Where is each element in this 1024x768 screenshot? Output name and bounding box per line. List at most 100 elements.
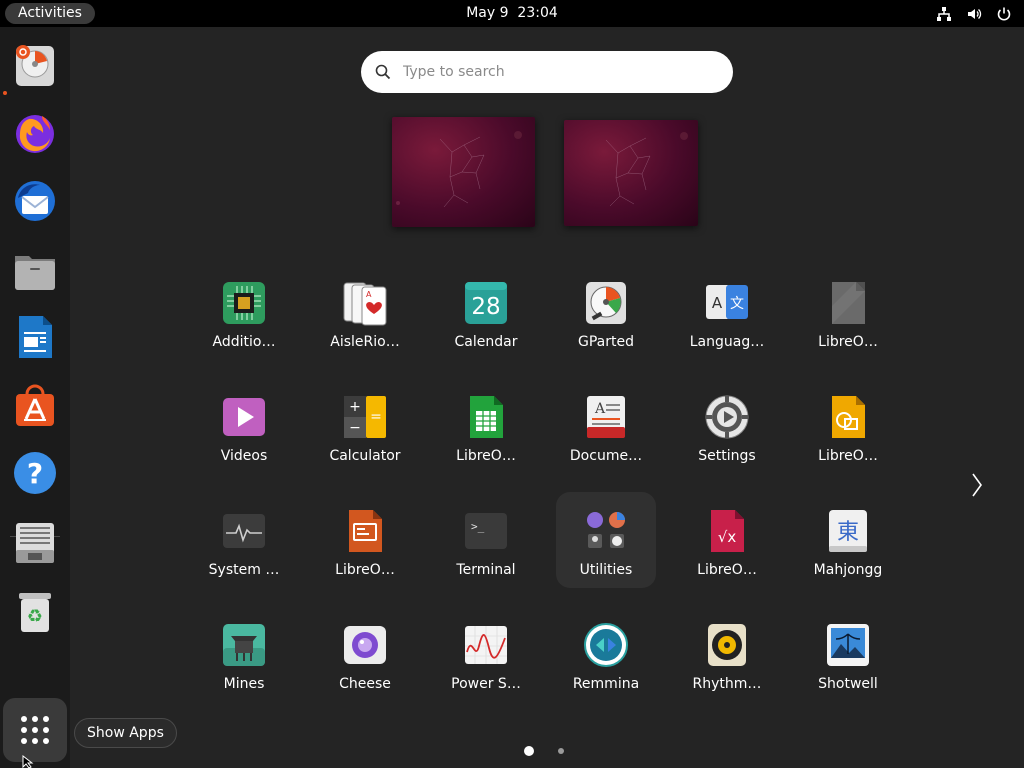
svg-text:>_: >_ <box>471 520 485 533</box>
app-language-support[interactable]: A文 Languag… <box>677 270 777 366</box>
clock-date: May 9 <box>466 5 509 21</box>
app-label: Mines <box>223 676 265 692</box>
app-label: Rhythm… <box>692 676 762 692</box>
show-apps-tooltip: Show Apps <box>74 718 177 748</box>
app-power-statistics[interactable]: Power S… <box>436 612 536 708</box>
remmina-icon <box>584 623 628 667</box>
app-mines[interactable]: Mines <box>194 612 294 708</box>
app-calendar[interactable]: 28 Calendar <box>436 270 536 366</box>
search-input[interactable] <box>403 64 703 80</box>
page-dot-1[interactable] <box>524 746 534 756</box>
next-page-arrow-icon[interactable] <box>966 470 986 500</box>
trash-icon: ♻ <box>19 593 51 632</box>
app-videos[interactable]: Videos <box>194 384 294 480</box>
dock-item-disk-usage[interactable] <box>8 38 62 92</box>
app-label: Calendar <box>454 334 518 350</box>
app-label: System … <box>208 562 280 578</box>
app-system-monitor[interactable]: System … <box>194 498 294 594</box>
libreoffice-math-icon: √x <box>711 510 744 552</box>
app-terminal[interactable]: >_ Terminal <box>436 498 536 594</box>
dock-item-help[interactable]: ? <box>8 446 62 500</box>
dock-item-app-center[interactable] <box>8 378 62 432</box>
dock-item-text-editor[interactable] <box>8 516 62 570</box>
app-label: LibreO… <box>335 562 395 578</box>
app-label: Docume… <box>569 448 643 464</box>
app-label: Videos <box>220 448 268 464</box>
text-editor-icon <box>16 523 54 563</box>
app-label: Languag… <box>689 334 765 350</box>
power-statistics-icon <box>465 626 507 664</box>
app-label: Settings <box>698 448 756 464</box>
app-remmina[interactable]: Remmina <box>556 612 656 708</box>
firefox-icon <box>16 115 54 153</box>
page-dot-2[interactable] <box>558 748 564 754</box>
workspace-thumbnail-1[interactable] <box>392 117 535 227</box>
shotwell-icon <box>827 624 869 666</box>
dock-item-thunderbird[interactable] <box>8 174 62 228</box>
help-icon: ? <box>14 452 56 494</box>
app-label: LibreO… <box>818 448 878 464</box>
app-aisleriot[interactable]: A AisleRio… <box>315 270 415 366</box>
app-additional-drivers[interactable]: Additio… <box>194 270 294 366</box>
app-libreoffice-calc[interactable]: LibreO… <box>436 384 536 480</box>
network-icon[interactable] <box>936 6 952 22</box>
svg-text:√x: √x <box>718 528 737 546</box>
app-label: LibreO… <box>818 334 878 350</box>
show-apps-button[interactable] <box>3 698 67 762</box>
svg-text:A: A <box>712 294 723 312</box>
system-monitor-icon <box>223 514 265 548</box>
app-libreoffice-impress[interactable]: LibreO… <box>315 498 415 594</box>
dock-item-firefox[interactable] <box>8 106 62 160</box>
document-viewer-icon: A <box>587 396 625 438</box>
libreoffice-calc-icon <box>470 396 503 438</box>
volume-icon[interactable] <box>966 6 982 22</box>
power-icon[interactable] <box>996 6 1012 22</box>
app-libreoffice-math[interactable]: √x LibreO… <box>677 498 777 594</box>
svg-text:文: 文 <box>730 296 744 312</box>
svg-text:−: − <box>349 420 361 436</box>
search-box[interactable] <box>361 51 733 93</box>
mouse-cursor-icon <box>22 755 34 768</box>
app-label: AisleRio… <box>330 334 400 350</box>
page-indicator <box>524 746 564 756</box>
app-label: LibreO… <box>456 448 516 464</box>
gparted-icon <box>586 282 626 324</box>
utilities-folder-icon <box>587 512 625 548</box>
svg-text:A: A <box>594 401 606 417</box>
libreoffice-icon <box>832 282 865 324</box>
settings-icon <box>705 395 749 439</box>
workspace-thumbnail-2[interactable] <box>564 120 698 226</box>
app-rhythmbox[interactable]: Rhythm… <box>677 612 777 708</box>
disk-usage-icon <box>16 45 54 86</box>
app-libreoffice[interactable]: LibreO… <box>798 270 898 366</box>
svg-text:♻: ♻ <box>27 606 43 627</box>
svg-text:A: A <box>366 290 372 299</box>
dock-item-files[interactable] <box>8 242 62 296</box>
dock-item-libreoffice-writer[interactable] <box>8 310 62 364</box>
app-settings[interactable]: Settings <box>677 384 777 480</box>
svg-text:?: ? <box>27 457 43 490</box>
app-libreoffice-draw[interactable]: LibreO… <box>798 384 898 480</box>
app-label: Cheese <box>339 676 391 692</box>
app-mahjongg[interactable]: 東 Mahjongg <box>798 498 898 594</box>
app-shotwell[interactable]: Shotwell <box>798 612 898 708</box>
libreoffice-impress-icon <box>349 510 382 552</box>
mines-icon <box>223 624 265 666</box>
clock[interactable]: May 9 23:04 <box>0 0 1024 27</box>
wallpaper-pattern <box>396 131 522 208</box>
app-utilities-folder[interactable]: Utilities <box>556 492 656 588</box>
calendar-icon: 28 <box>465 282 507 324</box>
clock-time: 23:04 <box>517 5 558 21</box>
app-center-icon <box>16 384 54 426</box>
app-calculator[interactable]: + − = Calculator <box>315 384 415 480</box>
calculator-icon: + −= <box>344 396 386 438</box>
app-label: Calculator <box>329 448 401 464</box>
app-cheese[interactable]: Cheese <box>315 612 415 708</box>
system-tray[interactable] <box>936 0 1012 27</box>
libreoffice-draw-icon <box>832 396 865 438</box>
svg-text:東: 東 <box>837 520 859 545</box>
app-document-viewer[interactable]: A Docume… <box>556 384 656 480</box>
dock-item-trash[interactable]: ♻ <box>8 584 62 638</box>
mahjongg-icon: 東 <box>829 510 867 552</box>
app-gparted[interactable]: GParted <box>556 270 656 366</box>
